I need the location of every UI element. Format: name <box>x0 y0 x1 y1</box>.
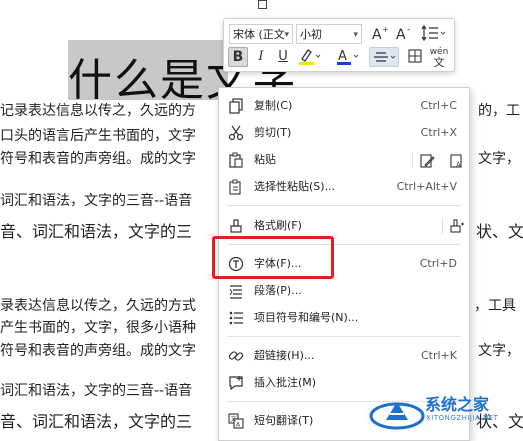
chevron-down-icon: ▾ <box>284 30 289 40</box>
menu-item-label: 复制(C) <box>254 99 293 112</box>
menu-item-shortcut: Ctrl+Alt+V <box>396 180 457 193</box>
svg-text:A: A <box>372 27 382 42</box>
font-color-icon: A <box>337 49 359 65</box>
menu-separator <box>227 336 461 337</box>
doc-line: 词汇和语法，文字的三音--语音 <box>0 383 193 399</box>
line-spacing-icon <box>421 24 446 42</box>
paragraph-icon <box>228 283 244 299</box>
menu-item-bullets[interactable]: 项目符号和编号(N)... <box>219 305 469 331</box>
svg-text:A: A <box>396 27 406 42</box>
watermark-label: 系统之家 <box>425 395 490 414</box>
doc-line: 音、词汇和语法，文字的三 <box>0 412 193 431</box>
menu-item-cut[interactable]: 剪切(T) Ctrl+X <box>219 120 469 146</box>
menu-item-divider <box>412 152 413 168</box>
doc-line: 符号和表音的声旁组。成的文字 <box>0 343 196 359</box>
font-name-value: 宋体 (正文 <box>233 28 285 41</box>
svg-text:-: - <box>407 25 410 35</box>
menu-item-paragraph[interactable]: 段落(P)... <box>219 278 469 304</box>
svg-text:+: + <box>382 25 389 34</box>
menu-item-label: 段落(P)... <box>254 284 302 297</box>
pinyin-button[interactable]: wén 文 <box>427 47 451 69</box>
line-spacing-button[interactable] <box>420 24 448 44</box>
format-painter-icon <box>228 218 244 234</box>
doc-line: 产生书面的，文字，很多小语种 <box>0 320 196 336</box>
align-button[interactable] <box>369 47 399 67</box>
shrink-font-icon: A- <box>396 25 410 43</box>
font-size-select[interactable]: 小初 ▾ <box>296 24 362 44</box>
clear-format-button[interactable] <box>406 47 424 67</box>
highlighter-icon <box>299 49 321 65</box>
menu-item-label: 粘贴 <box>254 153 276 166</box>
doc-line-right: 文字， <box>478 151 520 167</box>
menu-item-shortcut: Ctrl+C <box>420 99 457 112</box>
text-cursor-handle[interactable] <box>258 0 267 9</box>
doc-line: 词汇和语法，文字的三音--语音 <box>0 193 193 209</box>
doc-line: 音、词汇和语法，文字的三 <box>0 222 193 241</box>
menu-item-shortcut: Ctrl+X <box>420 126 457 139</box>
menu-item-paste[interactable]: 粘贴 A <box>219 147 469 173</box>
translate-icon: 文A <box>228 413 244 429</box>
grow-font-button[interactable]: A + <box>370 24 390 44</box>
watermark-url: XITONGZHIJIA.NET <box>426 414 499 422</box>
doc-line: 录表达信息以传之，久远的方式 <box>0 298 196 314</box>
menu-item-shortcut: Ctrl+K <box>420 349 457 362</box>
menu-item-paste-special[interactable]: 选择性粘贴(S)... Ctrl+Alt+V <box>219 174 469 200</box>
watermark-logo-icon <box>369 402 425 430</box>
watermark: 系统之家 XITONGZHIJIA.NET <box>368 388 523 437</box>
menu-item-label: 项目符号和编号(N)... <box>254 311 359 324</box>
menu-item-label: 选择性粘贴(S)... <box>254 180 336 193</box>
paste-keep-text-icon[interactable] <box>419 152 435 173</box>
menu-item-label: 插入批注(M) <box>254 376 317 389</box>
cut-icon <box>228 125 244 141</box>
font-color-letter: A <box>338 49 347 64</box>
align-center-icon <box>374 52 396 62</box>
doc-line-right: 的，工 <box>478 103 520 119</box>
menu-item-shortcut: Ctrl+D <box>419 257 457 270</box>
menu-item-hyperlink[interactable]: 超链接(H)... Ctrl+K <box>219 343 469 369</box>
comment-icon <box>228 375 244 391</box>
link-icon <box>228 348 244 364</box>
pinyin-char: 文 <box>433 56 445 69</box>
menu-item-copy[interactable]: 复制(C) Ctrl+C <box>219 93 469 119</box>
svg-text:A: A <box>456 161 461 168</box>
italic-button[interactable]: I <box>252 47 270 67</box>
paste-special-icon <box>228 179 244 195</box>
emphasis-box <box>212 236 334 279</box>
font-color-button[interactable]: A <box>334 47 362 67</box>
format-painter-lock-icon[interactable] <box>449 218 465 239</box>
font-color-swatch <box>337 62 351 65</box>
doc-line: 记录表达信息以传之，久远的方 <box>0 103 196 119</box>
bullets-icon <box>228 310 244 326</box>
font-name-select[interactable]: 宋体 (正文 ▾ <box>229 24 293 44</box>
doc-line-right: ，工具 <box>474 298 516 314</box>
doc-line: 口头的语言后产生书面的，文字 <box>0 128 196 144</box>
copy-icon <box>228 98 244 114</box>
menu-item-divider <box>442 218 443 234</box>
grow-font-icon: A + <box>372 25 389 43</box>
font-size-value: 小初 <box>300 28 322 41</box>
paste-icon <box>228 152 244 168</box>
highlight-color-swatch <box>299 62 314 65</box>
doc-line: 符号和表音的声旁组。成的文字 <box>0 151 196 167</box>
chevron-down-icon: ▾ <box>353 30 358 40</box>
doc-line-right: 文字， <box>478 343 520 359</box>
menu-item-label: 短句翻译(T) <box>254 414 314 427</box>
underline-button[interactable]: U <box>274 47 292 67</box>
menu-item-label: 超链接(H)... <box>254 349 315 362</box>
menu-item-label: 剪切(T) <box>254 126 292 139</box>
mini-format-toolbar: 宋体 (正文 ▾ 小初 ▾ A + A- B I U A wén 文 <box>223 18 455 72</box>
bold-button[interactable]: B <box>228 47 248 67</box>
doc-line-right: 状、文 <box>476 222 523 241</box>
highlight-color-button[interactable] <box>296 47 324 67</box>
paste-keep-format-icon[interactable]: A <box>449 152 465 173</box>
shrink-font-button[interactable]: A- <box>394 24 414 44</box>
table-icon <box>408 49 422 63</box>
menu-separator <box>227 205 461 206</box>
